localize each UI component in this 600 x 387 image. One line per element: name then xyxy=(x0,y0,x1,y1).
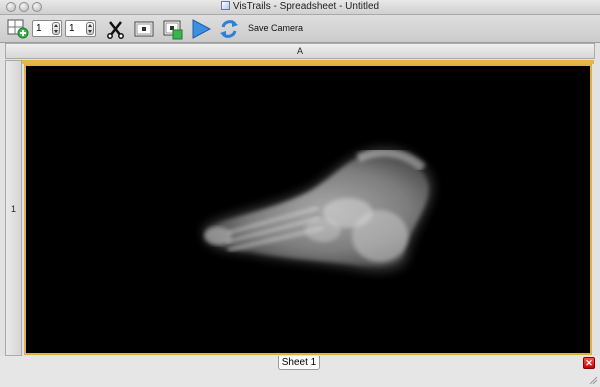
sync-icon xyxy=(220,20,238,38)
column-header-label: A xyxy=(296,46,303,56)
add-sheet-icon xyxy=(7,19,29,39)
camera-button[interactable] xyxy=(133,18,155,40)
render-viewport[interactable] xyxy=(28,68,588,351)
column-count-stepper[interactable]: 1 xyxy=(65,20,96,37)
spreadsheet-window: VisTrails - Spreadsheet - Untitled 1 1 S… xyxy=(0,0,600,387)
scissors-icon xyxy=(107,21,124,39)
play-icon xyxy=(192,19,212,39)
row-count-stepper[interactable]: 1 xyxy=(32,20,62,37)
camera-icon xyxy=(134,21,154,37)
column-header[interactable]: A xyxy=(5,43,595,59)
foot-xray-image xyxy=(202,147,434,272)
row-count-arrows-icon[interactable] xyxy=(52,22,60,35)
row-header-label: 1 xyxy=(10,204,16,214)
save-camera-button[interactable]: Save Camera xyxy=(248,23,303,33)
title-bar: VisTrails - Spreadsheet - Untitled xyxy=(0,0,600,15)
camera-add-icon xyxy=(163,20,183,40)
spreadsheet-cell[interactable] xyxy=(24,64,592,355)
row-header[interactable]: 1 xyxy=(5,60,22,356)
app-document-icon xyxy=(220,1,230,10)
camera-add-button[interactable] xyxy=(162,18,184,40)
execute-button[interactable] xyxy=(190,18,212,40)
sync-cameras-button[interactable] xyxy=(218,18,240,40)
window-title: VisTrails - Spreadsheet - Untitled xyxy=(232,1,380,12)
delete-cell-button[interactable] xyxy=(106,18,126,40)
window-title-container: VisTrails - Spreadsheet - Untitled xyxy=(0,1,600,13)
close-sheet-icon[interactable]: ✕ xyxy=(583,357,595,369)
add-sheet-button[interactable] xyxy=(7,19,29,39)
row-count-value: 1 xyxy=(36,23,42,34)
resize-grip-icon[interactable] xyxy=(588,375,598,385)
column-count-arrows-icon[interactable] xyxy=(86,22,94,35)
sheet-tab-bar: Sheet 1 ✕ xyxy=(0,356,600,387)
sheet-tab-1[interactable]: Sheet 1 xyxy=(278,356,320,370)
column-count-value: 1 xyxy=(69,23,75,34)
